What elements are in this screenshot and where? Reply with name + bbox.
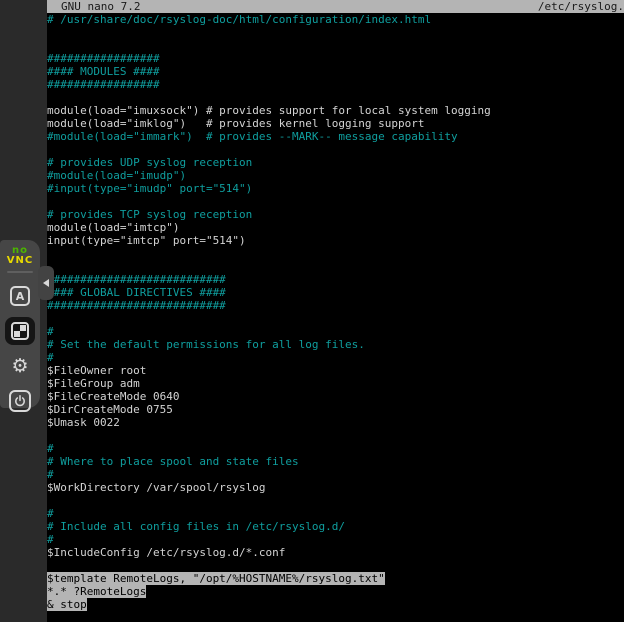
editor-line[interactable]: # [47,533,624,546]
editor-line[interactable]: # Include all config files in /etc/rsysl… [47,520,624,533]
collapse-arrow-icon [43,279,49,287]
editor-line[interactable]: *.* ?RemoteLogs [47,585,624,598]
editor-line[interactable] [47,559,624,572]
editor-content[interactable]: # /usr/share/doc/rsyslog-doc/html/config… [47,13,624,622]
editor-line[interactable] [47,494,624,507]
nano-titlebar: GNU nano 7.2 /etc/rsyslog. [47,0,624,13]
keyboard-icon: A [10,286,30,306]
editor-line[interactable]: #module(load="imudp") [47,169,624,182]
editor-line[interactable]: $template RemoteLogs, "/opt/%HOSTNAME%/r… [47,572,624,585]
editor-line[interactable]: #### MODULES #### [47,65,624,78]
editor-line[interactable] [47,26,624,39]
editor-line[interactable]: # [47,442,624,455]
editor-line[interactable]: module(load="imtcp") [47,221,624,234]
editor-line[interactable] [47,260,624,273]
editor-line[interactable]: #### GLOBAL DIRECTIVES #### [47,286,624,299]
nano-file-path: /etc/rsyslog. [538,0,624,13]
editor-line[interactable]: $WorkDirectory /var/spool/rsyslog [47,481,624,494]
fullscreen-button[interactable] [5,317,35,345]
editor-line[interactable]: # [47,351,624,364]
keyboard-button[interactable]: A [5,282,35,310]
power-button[interactable] [5,387,35,415]
editor-line[interactable]: $FileOwner root [47,364,624,377]
editor-line[interactable] [47,247,624,260]
editor-line[interactable]: ########################### [47,273,624,286]
editor-line[interactable]: ########################### [47,299,624,312]
editor-line[interactable] [47,312,624,325]
editor-line[interactable]: $Umask 0022 [47,416,624,429]
fullscreen-icon [11,322,29,340]
settings-button[interactable]: ⚙ [5,352,35,380]
editor-line[interactable]: ################# [47,78,624,91]
editor-line[interactable]: $FileGroup adm [47,377,624,390]
editor-line[interactable] [47,429,624,442]
editor-line[interactable]: module(load="imklog") # provides kernel … [47,117,624,130]
editor-line[interactable]: # Where to place spool and state files [47,455,624,468]
editor-line[interactable]: # provides TCP syslog reception [47,208,624,221]
editor-line[interactable]: $IncludeConfig /etc/rsyslog.d/*.conf [47,546,624,559]
editor-line[interactable]: # [47,507,624,520]
editor-line[interactable] [47,39,624,52]
nano-app-title: GNU nano 7.2 [47,0,140,13]
editor-line[interactable]: & stop [47,598,624,611]
editor-line[interactable]: module(load="imuxsock") # provides suppo… [47,104,624,117]
control-bar-handle[interactable] [38,266,54,300]
editor-line[interactable]: # /usr/share/doc/rsyslog-doc/html/config… [47,13,624,26]
editor-line[interactable]: # [47,325,624,338]
power-icon [9,390,31,412]
keyboard-icon-letter: A [16,291,25,302]
editor-line[interactable]: input(type="imtcp" port="514") [47,234,624,247]
editor-line[interactable]: #module(load="immark") # provides --MARK… [47,130,624,143]
editor-line[interactable]: # provides UDP syslog reception [47,156,624,169]
editor-line[interactable]: #input(type="imudp" port="514") [47,182,624,195]
editor-line[interactable]: ################# [47,52,624,65]
editor-line[interactable] [47,195,624,208]
editor-line[interactable]: # Set the default permissions for all lo… [47,338,624,351]
novnc-logo: no VNC [0,240,40,266]
editor-line[interactable] [47,143,624,156]
novnc-control-bar: no VNC A ⚙ [0,240,40,408]
editor-line[interactable]: # [47,468,624,481]
novnc-logo-vnc: VNC [0,256,40,266]
editor-line[interactable]: $DirCreateMode 0755 [47,403,624,416]
editor-line[interactable]: $FileCreateMode 0640 [47,390,624,403]
gear-icon: ⚙ [11,357,28,376]
editor-line[interactable] [47,91,624,104]
